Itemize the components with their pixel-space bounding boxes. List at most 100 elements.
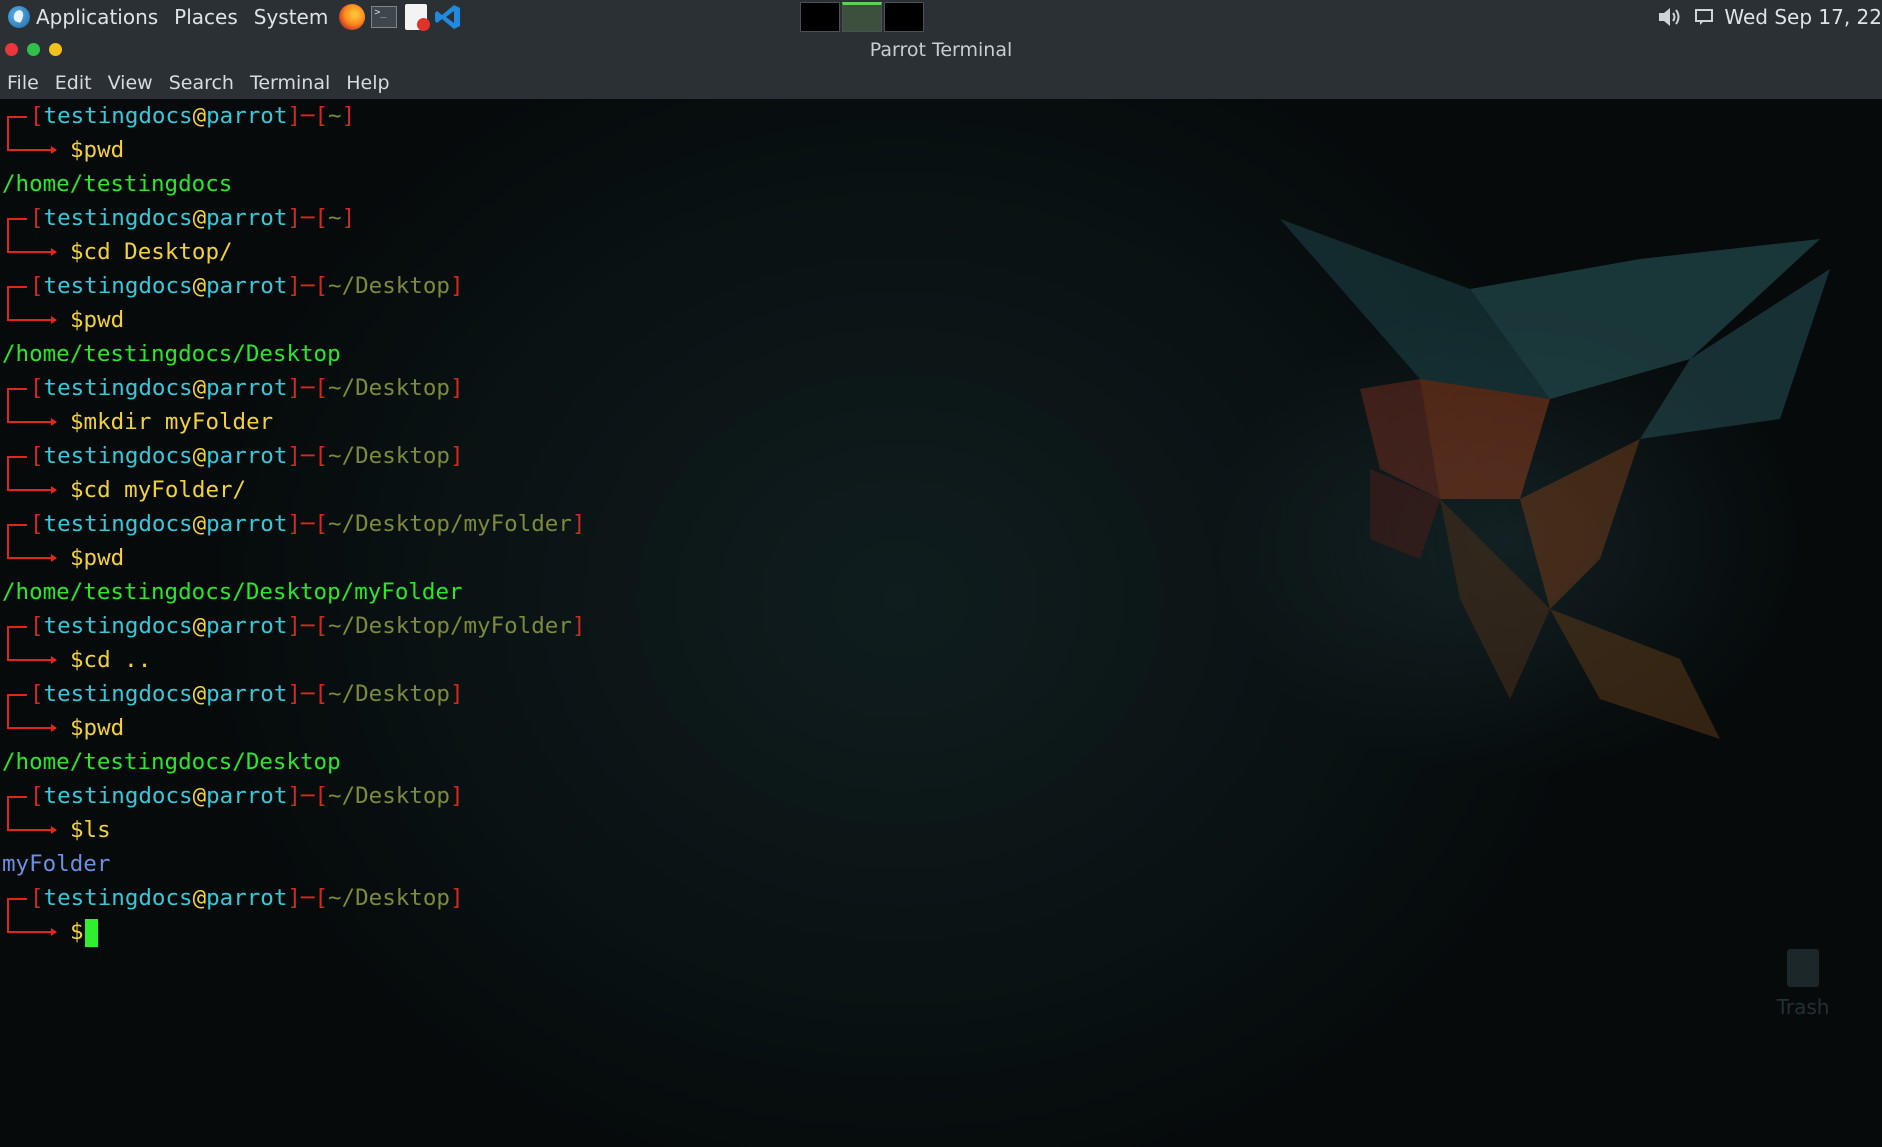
command-input: mkdir myFolder [83, 409, 274, 435]
prompt-corner-top [7, 388, 27, 405]
close-button[interactable] [5, 43, 18, 56]
prompt-corner-arrow [7, 915, 57, 936]
prompt-corner-top [7, 898, 27, 915]
prompt-user: testingdocs [43, 783, 193, 809]
prompt-corner-arrow [7, 541, 57, 562]
output-text: /home/testingdocs/Desktop [2, 749, 341, 775]
menu-view[interactable]: View [100, 72, 161, 94]
prompt-bracket: [ [30, 443, 44, 469]
terminal-cursor[interactable] [84, 918, 98, 947]
command-text: $ [70, 915, 98, 949]
prompt-dollar: $ [70, 137, 84, 163]
output-text: /home/testingdocs/Desktop/myFolder [2, 579, 463, 605]
prompt-cwd: ~ [328, 205, 342, 231]
prompt-text: [testingdocs@parrot]─[~] [30, 201, 355, 235]
command-text: $mkdir myFolder [70, 405, 273, 439]
prompt-separator: ]─[ [287, 375, 329, 401]
prompt-host: parrot [206, 205, 288, 231]
places-menu[interactable]: Places [166, 0, 246, 34]
volume-icon[interactable] [1656, 5, 1684, 29]
prompt-dollar: $ [70, 715, 84, 741]
prompt-bracket: [ [30, 613, 44, 639]
prompt-cwd: ~/Desktop [328, 681, 450, 707]
prompt-separator: ]─[ [287, 103, 329, 129]
prompt-separator: ]─[ [287, 205, 329, 231]
panel-tray: Wed Sep 17, 22 [1656, 0, 1882, 34]
prompt-cwd: ~/Desktop [328, 273, 450, 299]
prompt-corner-top [7, 524, 27, 541]
menu-search[interactable]: Search [161, 72, 242, 94]
prompt-host: parrot [206, 681, 288, 707]
terminal-area[interactable]: Trash [testingdocs@parrot]─[~] $pwd/home/… [0, 99, 1882, 1147]
system-menu[interactable]: System [246, 0, 337, 34]
workspace-1[interactable] [800, 2, 840, 32]
workspace-2[interactable] [842, 2, 882, 32]
parrot-wallpaper-image [1280, 219, 1830, 739]
prompt-bracket: [ [30, 783, 44, 809]
menu-edit[interactable]: Edit [47, 72, 100, 94]
text-editor-launcher[interactable] [401, 3, 431, 31]
notification-icon[interactable] [1694, 8, 1714, 26]
prompt-user: testingdocs [43, 885, 193, 911]
prompt-at: @ [192, 103, 207, 129]
maximize-button[interactable] [27, 43, 40, 56]
desktop-trash[interactable]: Trash [1768, 949, 1838, 1019]
window-controls [5, 43, 62, 56]
prompt-user: testingdocs [43, 511, 193, 537]
menu-file[interactable]: File [0, 72, 47, 94]
command-input: cd Desktop/ [83, 239, 233, 265]
command-text: $pwd [70, 133, 124, 167]
terminal-icon: >_ [371, 6, 398, 28]
prompt-text: [testingdocs@parrot]─[~] [30, 99, 355, 133]
menu-help[interactable]: Help [338, 72, 397, 94]
prompt-dollar: $ [70, 647, 84, 673]
prompt-corner-top [7, 286, 27, 303]
prompt-host: parrot [206, 375, 288, 401]
prompt-at: @ [192, 681, 207, 707]
prompt-cwd: ~/Desktop [328, 885, 450, 911]
prompt-corner-top [7, 456, 27, 473]
terminal-launcher[interactable]: >_ [369, 3, 399, 31]
prompt-corner-arrow [7, 405, 57, 426]
clock[interactable]: Wed Sep 17, 22 [1724, 5, 1882, 29]
prompt-cwd: ~/Desktop/myFolder [328, 613, 572, 639]
prompt-dollar: $ [70, 919, 84, 945]
prompt-host: parrot [206, 885, 288, 911]
prompt-bracket: ] [571, 613, 586, 639]
prompt-separator: ]─[ [287, 443, 329, 469]
menu-terminal[interactable]: Terminal [242, 72, 338, 94]
prompt-text: [testingdocs@parrot]─[~/Desktop/myFolder… [30, 507, 585, 541]
vscode-launcher[interactable] [433, 3, 463, 31]
command-text: $pwd [70, 303, 124, 337]
prompt-dollar: $ [70, 817, 84, 843]
output-text: /home/testingdocs/Desktop [2, 341, 341, 367]
command-input: pwd [83, 307, 125, 333]
prompt-bracket: ] [341, 103, 356, 129]
prompt-corner-top [7, 116, 27, 133]
prompt-separator: ]─[ [287, 681, 329, 707]
prompt-bracket: ] [449, 375, 464, 401]
trash-icon [1787, 949, 1819, 987]
minimize-button[interactable] [49, 43, 62, 56]
prompt-text: [testingdocs@parrot]─[~/Desktop/myFolder… [30, 609, 585, 643]
prompt-user: testingdocs [43, 613, 193, 639]
prompt-at: @ [192, 273, 207, 299]
prompt-corner-arrow [7, 235, 57, 256]
workspace-3[interactable] [884, 2, 924, 32]
prompt-corner-arrow [7, 813, 57, 834]
prompt-corner-arrow [7, 643, 57, 664]
menu-bar: File Edit View Search Terminal Help [0, 66, 1882, 99]
firefox-launcher[interactable] [337, 3, 367, 31]
prompt-user: testingdocs [43, 375, 193, 401]
window-title: Parrot Terminal [869, 39, 1013, 61]
prompt-cwd: ~/Desktop [328, 783, 450, 809]
prompt-user: testingdocs [43, 273, 193, 299]
prompt-bracket: ] [449, 681, 464, 707]
trash-label: Trash [1776, 995, 1830, 1019]
prompt-cwd: ~/Desktop [328, 375, 450, 401]
firefox-icon [339, 4, 366, 30]
prompt-user: testingdocs [43, 103, 193, 129]
prompt-at: @ [192, 205, 207, 231]
applications-menu[interactable]: Applications [0, 0, 166, 34]
window-title-bar[interactable]: Parrot Terminal [0, 34, 1882, 66]
